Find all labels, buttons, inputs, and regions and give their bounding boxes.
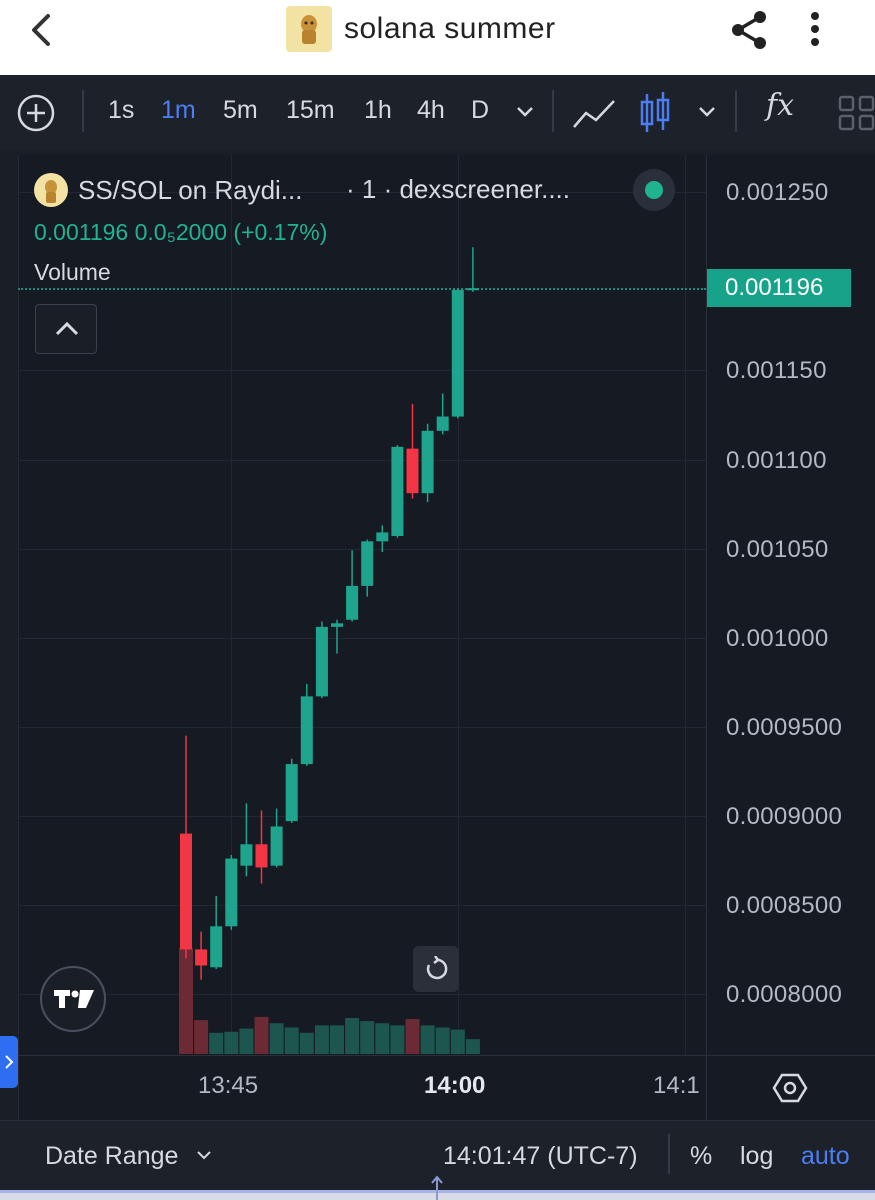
auto-scale-toggle[interactable]: auto [801,1142,850,1171]
volume-bar [299,1032,314,1054]
time-axis-label: 14:00 [424,1072,486,1099]
volume-label: Volume [34,259,111,285]
volume-bar [420,1025,435,1054]
bottom-bar-divider [668,1134,670,1174]
price-axis-label: 0.001000 [726,625,829,652]
candle-body [451,290,464,417]
candle-body [346,585,359,620]
price-axis-label: 0.0009500 [726,714,843,741]
tradingview-logo-icon[interactable] [40,966,106,1032]
volume-bar [209,1032,224,1054]
time-axis-label: 14:1 [653,1072,700,1099]
candle-body [315,626,328,697]
market-open-dot [645,181,663,199]
volume-bar [224,1031,239,1054]
volume-bar [465,1039,480,1054]
price-axis-label: 0.001100 [726,447,827,474]
market-status[interactable] [633,169,675,211]
volume-bar [239,1028,254,1054]
candle-body [406,448,419,494]
candle-body [300,696,313,765]
candle-body [240,844,253,866]
arrow-up-icon [431,1175,443,1200]
legend-symbol-row: SS/SOL on Raydi... [34,170,302,210]
rotate-icon [426,956,448,980]
legend-ohlc: 0.001196 0.0₅2000 (+0.17%) [34,219,328,245]
price-axis-label: 0.0009000 [726,803,843,830]
app-root: solana summer 1s 1m 5m 15m 1h 4h D fx SS… [0,0,875,1200]
side-panel-handle[interactable] [0,1036,18,1088]
log-scale-toggle[interactable]: log [740,1142,773,1171]
chevron-up-icon [55,321,79,336]
candle-body [421,430,434,494]
volume-bar [284,1027,299,1054]
price-axis-label: 0.001250 [726,179,829,206]
time-axis-label: 13:45 [198,1072,259,1099]
current-time[interactable]: 14:01:47 (UTC-7) [443,1142,638,1171]
volume-bar [375,1023,390,1054]
candle-body [225,858,238,927]
volume-bar [330,1025,344,1054]
volume-bar [390,1025,405,1054]
price-axis-label: 0.0008000 [726,981,843,1008]
token-avatar-icon [34,173,68,207]
volume-bar [450,1029,465,1054]
price-axis-label: 0.001050 [726,536,829,563]
chevron-right-icon [5,1055,14,1069]
volume-bar [194,1020,209,1054]
legend-meta: · 1 · dexscreener.... [346,174,570,204]
legend-symbol[interactable]: SS/SOL on Raydi... [78,175,302,206]
volume-bar [435,1027,450,1054]
volume-bar [345,1017,360,1054]
volume-bar [405,1019,420,1054]
candle-body [466,288,479,291]
candle-body [436,416,449,431]
candle-body [180,833,192,950]
reset-chart-button[interactable] [413,946,459,992]
current-price-tag: 0.001196 [707,269,851,307]
date-range-button[interactable]: Date Range [45,1142,178,1171]
collapse-legend-button[interactable] [35,304,97,354]
candle-body [285,764,298,822]
price-axis-label: 0.0008500 [726,892,843,919]
volume-bar [360,1021,375,1054]
volume-bar [179,948,193,1054]
candle-body [195,949,208,966]
volume-bar [314,1025,329,1054]
candle-body [331,623,343,627]
candle-body [376,532,389,542]
price-axis-label: 0.001150 [726,357,827,384]
date-range-chevron-down-icon[interactable] [195,1146,213,1164]
candle-body [255,844,268,868]
candle-body [270,826,283,866]
candle-body [210,926,223,968]
candle-body [361,541,374,586]
volume-bar [269,1023,284,1054]
candle-body [391,446,404,536]
volume-bar [254,1016,269,1054]
chart-settings-icon[interactable] [772,1070,808,1106]
percent-scale-toggle[interactable]: % [690,1142,712,1171]
